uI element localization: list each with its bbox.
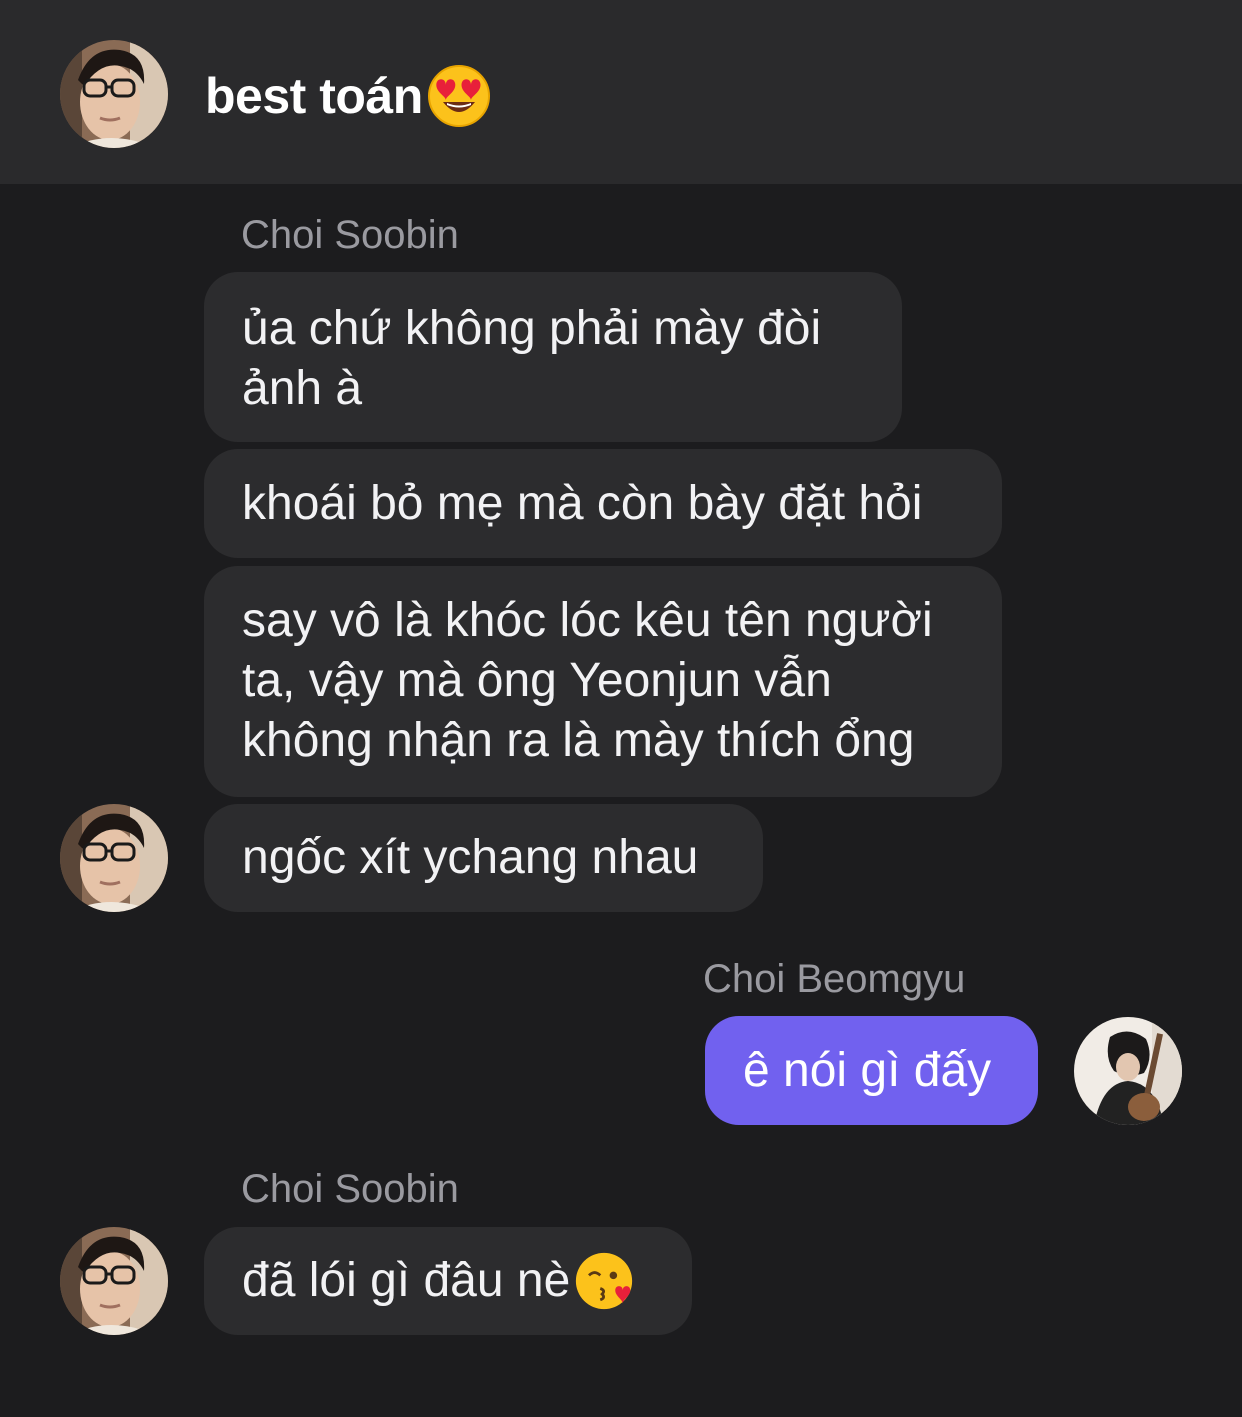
message-text: đã lói gì đâu nè (242, 1254, 571, 1307)
sender-name: Choi Beomgyu (703, 957, 966, 1001)
message-text: ê nói gì đấy (743, 1043, 992, 1097)
sender-avatar[interactable] (60, 804, 168, 912)
message-bubble[interactable]: ủa chứ không phải mày đòi ảnh à (204, 272, 902, 442)
message-bubble[interactable]: say vô là khóc lóc kêu tên người ta, vậy… (204, 566, 1002, 797)
message-text: khoái bỏ mẹ mà còn bày đặt hỏi (242, 476, 923, 530)
kissing-wink-emoji-icon (574, 1251, 634, 1311)
message-text: ủa chứ không phải mày đòi ảnh à (242, 302, 822, 415)
chat-header: best toán (0, 0, 1242, 184)
message-bubble[interactable]: khoái bỏ mẹ mà còn bày đặt hỏi (204, 449, 1002, 558)
chat-title[interactable]: best toán (205, 64, 491, 128)
sender-name: Choi Soobin (241, 213, 459, 257)
contact-avatar[interactable] (60, 40, 168, 148)
sender-name: Choi Soobin (241, 1167, 459, 1211)
heart-eyes-emoji-icon (427, 64, 491, 128)
message-text: say vô là khóc lóc kêu tên người ta, vậy… (242, 594, 933, 767)
self-avatar[interactable] (1074, 1017, 1182, 1125)
message-bubble[interactable]: đã lói gì đâu nè (204, 1227, 692, 1335)
message-text: ngốc xít ychang nhau (242, 831, 699, 884)
sender-avatar[interactable] (60, 1227, 168, 1335)
outgoing-message-bubble[interactable]: ê nói gì đấy (705, 1016, 1038, 1125)
message-bubble[interactable]: ngốc xít ychang nhau (204, 804, 763, 912)
chat-title-text: best toán (205, 68, 423, 124)
